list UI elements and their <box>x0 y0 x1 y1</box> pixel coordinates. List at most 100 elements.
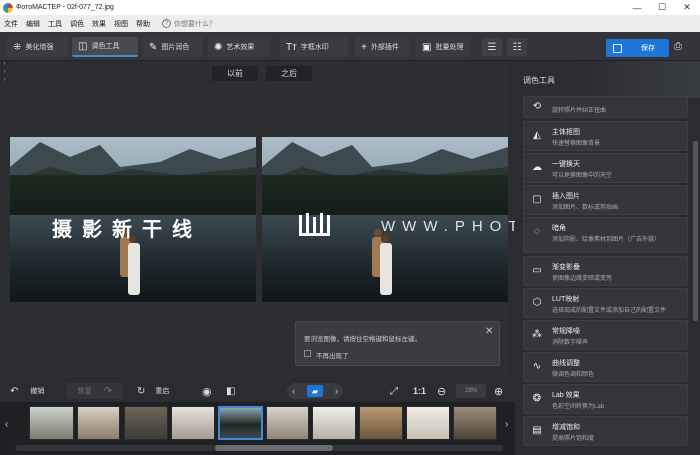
filmstrip-next-icon[interactable]: › <box>505 419 508 430</box>
bucket-icon: ◭ <box>533 130 541 141</box>
maximize-button[interactable]: ☐ <box>651 0 673 15</box>
thumbnail[interactable] <box>124 406 168 440</box>
thumbnail[interactable] <box>266 406 309 440</box>
batch-button[interactable]: ▣ 批量处理 <box>416 37 470 57</box>
split-view-icon: ◧ <box>226 385 236 397</box>
insert-icon: ▢ <box>532 194 542 205</box>
tool-curves[interactable]: ∿ 曲线调整 微调色调和颜色 <box>523 352 688 382</box>
tool-lut[interactable]: ⬡ LUT映射 选择现成的配置文件或添加自己的配置文件 <box>523 288 688 318</box>
tab-retouch-label: 图片润色 <box>161 44 190 51</box>
panel-title: 调色工具 <box>523 76 555 85</box>
history-settings-button[interactable]: ☷ <box>507 38 527 56</box>
panel-header: 调色工具 <box>515 61 700 98</box>
thumbnail[interactable] <box>406 406 450 440</box>
tool-desc: 选择现成的配置文件或添加自己的配置文件 <box>552 308 667 314</box>
tab-enhance-label: 美化增强 <box>25 44 54 51</box>
zoom-value[interactable]: 28% <box>456 384 486 398</box>
menu-file[interactable]: 文件 <box>4 19 18 29</box>
preview-eye-button[interactable]: ◉ <box>202 383 212 399</box>
reset-button[interactable]: ↻ 重启 <box>137 383 169 399</box>
help-search[interactable]: ? 你想要什么？ <box>162 19 216 29</box>
curve-icon: ∿ <box>532 361 542 372</box>
tool-saturation[interactable]: ▤ 增减饱和 提高照片饱和度 <box>523 416 688 446</box>
thumbnail[interactable] <box>312 406 356 440</box>
filmstrip-scroll-thumb[interactable] <box>215 445 333 451</box>
menu-color[interactable]: 调色 <box>70 19 84 29</box>
tool-title: 一键换天 <box>552 161 580 168</box>
couple-figure <box>372 229 392 295</box>
folder-icon: ▰ <box>311 386 319 396</box>
panel-scrollbar[interactable] <box>693 101 698 451</box>
thumbnail[interactable] <box>453 406 497 440</box>
menu-tools[interactable]: 工具 <box>48 19 62 29</box>
tool-desc: 使图像边缘变暗或变亮 <box>552 276 613 282</box>
thumbnail[interactable] <box>171 406 215 440</box>
menu-bar: 文件 编辑 工具 调色 效果 视图 帮助 ? 你想要什么？ <box>0 15 700 32</box>
compare-settings-button[interactable]: ☰ <box>482 38 502 56</box>
tab-plugins[interactable]: + 外部插件 <box>355 37 410 57</box>
zoom-in-button[interactable]: ⊕ <box>494 383 503 399</box>
menu-effects[interactable]: 效果 <box>92 19 106 29</box>
arrow-right-icon[interactable]: › <box>0 77 9 85</box>
tab-art-effects[interactable]: ✺ 艺术效果 <box>208 37 270 57</box>
thumbnail[interactable] <box>359 406 403 440</box>
actual-size-button[interactable]: 1:1 <box>413 383 426 399</box>
next-image-icon[interactable]: › <box>335 386 338 396</box>
hint-close-icon[interactable]: ✕ <box>485 326 493 337</box>
print-button[interactable]: ⎙ <box>674 41 688 55</box>
tool-desc: 可以更换图像中的天空 <box>552 173 613 179</box>
undo-icon: ↶ <box>10 385 19 397</box>
filmstrip-prev-icon[interactable]: ‹ <box>5 419 8 430</box>
dont-show-label[interactable]: 不再出现了 <box>316 350 349 360</box>
tab-color-tools[interactable]: ◫ 调色工具 <box>72 37 138 57</box>
tool-insert-image[interactable]: ▢ 插入图片 添加图片、数标或剪贴画 <box>523 185 688 215</box>
tab-enhance[interactable]: ⁜ 美化增强 <box>7 37 68 57</box>
arrow-right-icon[interactable]: › <box>0 69 9 77</box>
zoom-out-button[interactable]: ⊖ <box>437 383 446 399</box>
tool-sky-replace[interactable]: ☁ 一键换天 可以更换图像中的天空 <box>523 153 688 183</box>
cloud-icon: ☁ <box>532 162 542 173</box>
noise-icon: ⁂ <box>532 329 542 340</box>
menu-edit[interactable]: 编辑 <box>26 19 40 29</box>
undo-button[interactable]: ↶ 撤销 <box>10 383 44 399</box>
tool-title: 曲线调整 <box>552 360 580 367</box>
tool-title: 常规降噪 <box>552 328 580 335</box>
tab-retouch[interactable]: ✎ 图片润色 <box>143 37 203 57</box>
redo-button[interactable]: 恢复 ↷ <box>67 383 123 399</box>
watermark-logo-icon <box>299 213 330 236</box>
dont-show-checkbox[interactable] <box>304 350 311 357</box>
tab-text-watermark[interactable]: Tт 字框水印 <box>280 37 348 57</box>
tool-subject-cutout[interactable]: ◭ 主体抠图 快速替换图像背景 <box>523 121 688 151</box>
close-button[interactable]: ✕ <box>676 0 698 15</box>
arrow-right-icon[interactable]: › <box>0 61 9 69</box>
tool-denoise[interactable]: ⁂ 常规降噪 消除数字噪声 <box>523 320 688 350</box>
main-toolbar: ⁜ 美化增强 ◫ 调色工具 ✎ 图片润色 ✺ 艺术效果 Tт 字框水印 + 外部… <box>0 32 700 61</box>
app-logo-icon <box>3 2 13 13</box>
tool-gradient-overlay[interactable]: ▭ 渐变影叠 使图像边缘变暗或变亮 <box>523 256 688 286</box>
thumbnail[interactable] <box>77 406 120 440</box>
minus-circle-icon: ⊖ <box>437 385 447 398</box>
tool-lab[interactable]: ❂ Lab 效果 色彩空间转换为Lab <box>523 384 688 414</box>
saturation-icon: ▤ <box>532 425 542 436</box>
tool-rotate[interactable]: ⟲ 旋转照片并纠正扭曲 <box>523 96 688 118</box>
minimize-button[interactable]: — <box>626 0 648 15</box>
prev-image-icon[interactable]: ‹ <box>292 386 295 396</box>
open-folder-button[interactable]: ▰ <box>307 385 323 397</box>
before-label[interactable]: 以前 <box>212 66 258 81</box>
sliders-plus-icon: ☰ <box>487 41 497 53</box>
menu-view[interactable]: 视图 <box>114 19 128 29</box>
plus-circle-icon: ⊕ <box>494 385 504 398</box>
after-label[interactable]: 之后 <box>266 66 312 81</box>
panel-scroll-thumb[interactable] <box>693 141 698 321</box>
filmstrip-scrollbar[interactable] <box>15 445 503 451</box>
batch-icon: ▣ <box>422 41 432 53</box>
tool-vignette[interactable]: ◌ 暗角 添加阴影、绘像素材到图片（广告外链） <box>523 217 688 253</box>
menu-help[interactable]: 帮助 <box>136 19 150 29</box>
cube-icon: ⬡ <box>532 297 542 308</box>
save-button[interactable]: 保存 <box>606 39 669 57</box>
thumbnail[interactable] <box>29 406 74 440</box>
split-view-button[interactable]: ◧ <box>226 383 235 399</box>
question-icon: ? <box>162 19 171 28</box>
thumbnail-selected[interactable] <box>218 406 263 440</box>
fit-screen-button[interactable]: ⤢ <box>390 383 398 399</box>
